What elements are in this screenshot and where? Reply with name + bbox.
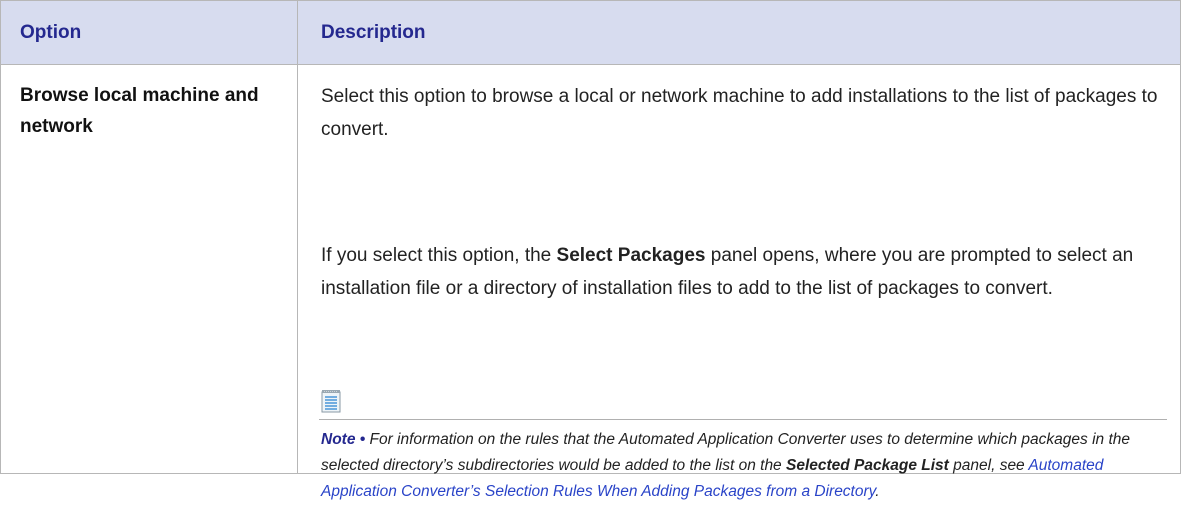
option-table: Option Description Browse local machine … [0, 0, 1181, 500]
description-paragraph-1: Select this option to browse a local or … [321, 86, 1158, 140]
note-text-middle: panel, see [948, 457, 1029, 474]
note-divider [319, 419, 1167, 420]
select-packages-term: Select Packages [556, 245, 706, 266]
column-divider [297, 1, 298, 473]
option-name: Browse local machine and network [20, 85, 259, 137]
note-icon [321, 390, 341, 413]
header-description: Description [321, 22, 426, 43]
description-paragraph-2: If you select this option, the Select Pa… [321, 239, 1161, 305]
selected-package-list-term: Selected Package List [786, 457, 949, 474]
header-option: Option [20, 22, 82, 43]
note-label: Note • [321, 431, 366, 448]
table-header: Option Description [1, 1, 1180, 65]
note-text-after: . [875, 483, 880, 500]
note-text: Note • For information on the rules that… [321, 427, 1171, 505]
para2-text-before: If you select this option, the [321, 245, 557, 266]
